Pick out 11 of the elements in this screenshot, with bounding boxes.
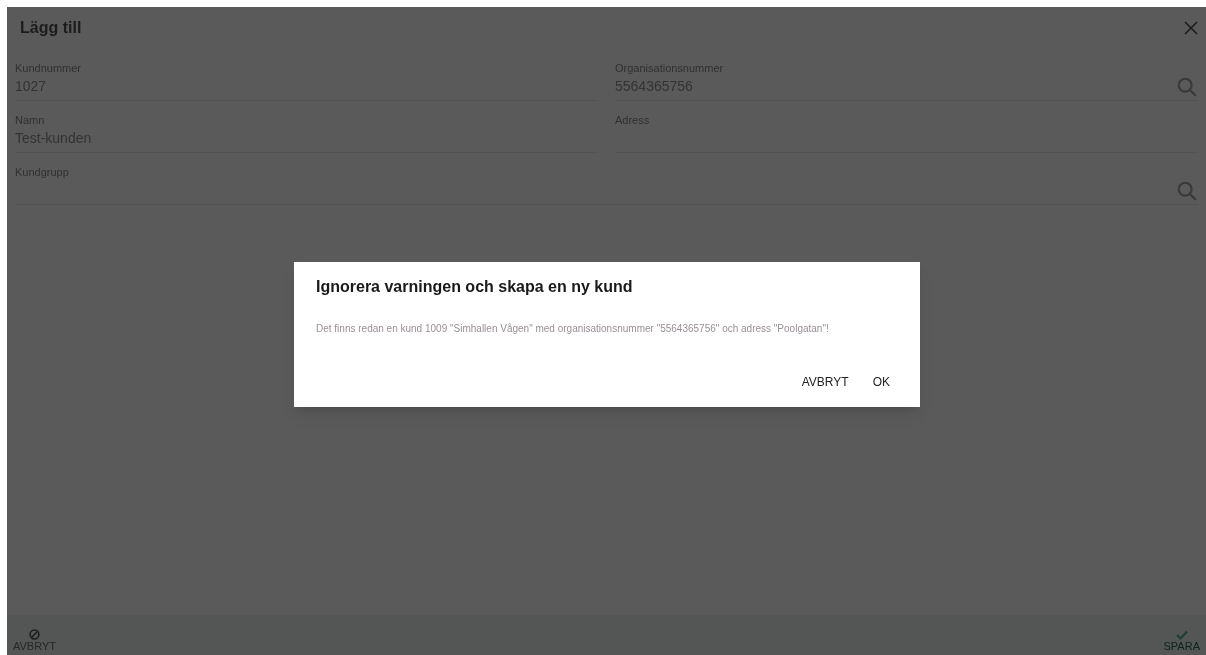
dialog-message: Det finns redan en kund 1009 "Simhallen Vågen" med organisationsnummer "5564365756" och adress "Poolgatan"! <box>316 322 830 336</box>
close-icon[interactable] <box>1184 21 1198 35</box>
dialog-title: Ignorera varningen och skapa en ny kund <box>316 277 634 297</box>
search-icon[interactable] <box>1176 76 1198 98</box>
save-button[interactable]: SPARA <box>1161 630 1202 653</box>
search-icon[interactable] <box>1176 180 1198 202</box>
prohibited-icon <box>29 629 40 640</box>
dialog-button[interactable]: OK <box>864 369 898 395</box>
dialog-button[interactable]: AVBRYT <box>793 369 857 395</box>
checkmark-icon <box>1175 630 1188 640</box>
window-title: Lägg till <box>20 18 82 38</box>
